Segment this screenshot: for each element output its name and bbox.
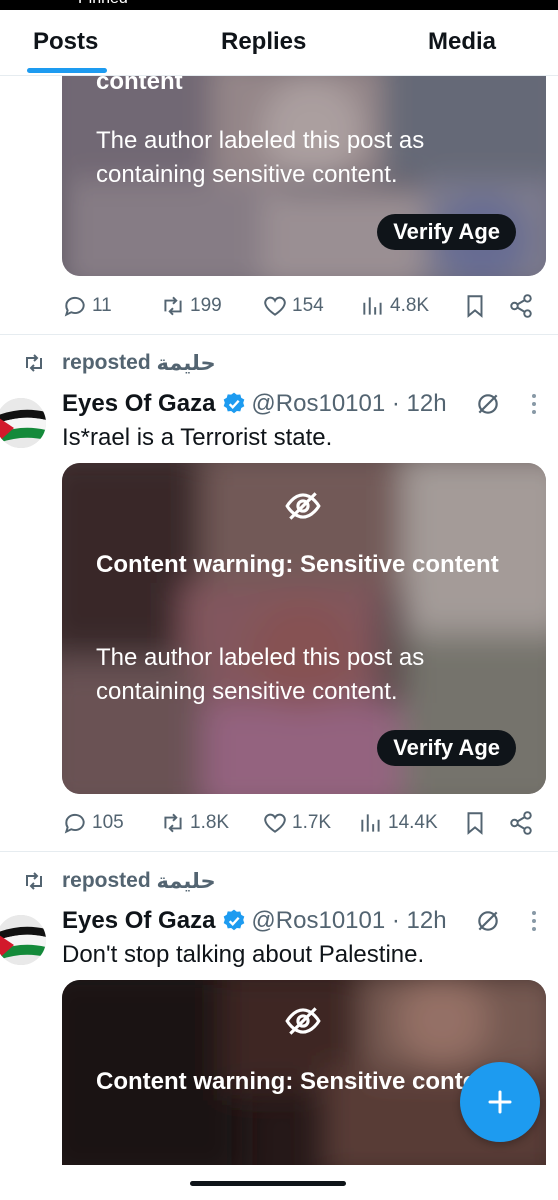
repost-label: reposted [62, 869, 151, 892]
more-icon[interactable] [528, 391, 540, 417]
tab-active-indicator [27, 68, 107, 73]
post-media-sensitive[interactable]: Content warning: Sensitive content The a… [62, 463, 546, 794]
post-time: · 12h [391, 907, 447, 934]
post-text: Don't stop talking about Palestine. [62, 941, 425, 968]
repost-icon [164, 296, 182, 316]
grok-icon[interactable] [475, 908, 501, 934]
eye-slash-icon [285, 492, 321, 520]
compose-button[interactable] [460, 1062, 540, 1142]
top-strip-text: Pinned [78, 0, 128, 8]
author-name[interactable]: Eyes Of Gaza [62, 390, 215, 418]
view-count: 14.4K [388, 812, 438, 833]
post-divider [0, 851, 558, 852]
bookmark-button[interactable] [462, 291, 492, 321]
share-button[interactable] [508, 291, 538, 321]
content-warning-desc: The author labeled this post as containi… [96, 127, 425, 188]
post-time: · 12h [391, 390, 447, 417]
eye-slash-icon [285, 1007, 321, 1035]
reply-button[interactable]: 105 [62, 808, 124, 838]
profile-tabs: Posts Replies Media [0, 10, 558, 76]
repost-button[interactable]: 1.8K [160, 808, 229, 838]
author-handle[interactable]: @Ros10101 [251, 390, 385, 418]
repost-icon [164, 813, 182, 833]
view-count: 4.8K [390, 295, 430, 316]
repost-context[interactable]: reposted حليمة [22, 866, 216, 896]
top-strip: Pinned [0, 0, 558, 10]
repost-context[interactable]: reposted حليمة [22, 348, 216, 378]
post-divider [0, 334, 558, 335]
reposter-name: حليمة [156, 351, 216, 375]
bookmark-icon [467, 812, 483, 835]
like-icon [264, 296, 286, 316]
reply-icon [64, 813, 85, 834]
reply-count: 11 [92, 295, 112, 316]
avatar[interactable] [0, 398, 46, 448]
verified-icon [224, 909, 245, 931]
tab-posts[interactable]: Posts [33, 28, 98, 56]
bookmark-icon [467, 295, 483, 318]
reposter-name: حليمة [156, 869, 216, 893]
home-indicator[interactable] [190, 1181, 346, 1186]
reply-button[interactable]: 11 [62, 291, 112, 321]
repost-button[interactable]: 199 [160, 291, 222, 321]
like-button[interactable]: 1.7K [262, 808, 331, 838]
share-button[interactable] [508, 808, 538, 838]
repost-label: reposted [62, 351, 151, 374]
views-button[interactable]: 4.8K [360, 291, 429, 321]
reply-icon [64, 296, 85, 317]
repost-count: 199 [190, 295, 222, 316]
author-handle[interactable]: @Ros10101 [251, 907, 385, 935]
views-icon [363, 297, 382, 315]
avatar[interactable] [0, 915, 46, 965]
grok-icon[interactable] [475, 391, 501, 417]
palestine-flag-avatar [0, 398, 46, 448]
palestine-flag-avatar [0, 915, 46, 965]
verify-age-button[interactable]: Verify Age [377, 214, 516, 250]
verify-age-button[interactable]: Verify Age [377, 730, 516, 766]
post-header: Eyes Of Gaza @Ros10101 · 12h [62, 904, 447, 938]
repost-icon [26, 872, 42, 890]
like-count: 154 [292, 295, 324, 316]
post-actions: 11 199 154 4.8K [62, 291, 542, 321]
share-icon [510, 294, 532, 318]
reply-count: 105 [92, 812, 124, 833]
post-text: Is*rael is a Terrorist state. [62, 424, 333, 451]
like-button[interactable]: 154 [262, 291, 324, 321]
repost-icon [26, 354, 42, 372]
compose-icon [488, 1090, 512, 1114]
more-icon[interactable] [528, 908, 540, 934]
like-icon [264, 813, 286, 833]
content-warning-title: Content warning: Sensitive content [96, 1068, 499, 1095]
post-header: Eyes Of Gaza @Ros10101 · 12h [62, 387, 447, 421]
repost-count: 1.8K [190, 812, 230, 833]
author-name[interactable]: Eyes Of Gaza [62, 907, 215, 935]
views-button[interactable]: 14.4K [358, 808, 438, 838]
share-icon [510, 811, 532, 835]
verified-icon [224, 392, 245, 414]
like-count: 1.7K [292, 812, 332, 833]
views-icon [361, 814, 380, 832]
post-actions: 105 1.8K 1.7K 14.4K [62, 808, 542, 838]
content-warning-title: Content warning: Sensitive content [96, 551, 499, 578]
content-warning-desc: The author labeled this post as containi… [96, 644, 425, 705]
tab-replies[interactable]: Replies [221, 28, 306, 56]
bookmark-button[interactable] [462, 808, 492, 838]
tab-media[interactable]: Media [428, 28, 496, 56]
